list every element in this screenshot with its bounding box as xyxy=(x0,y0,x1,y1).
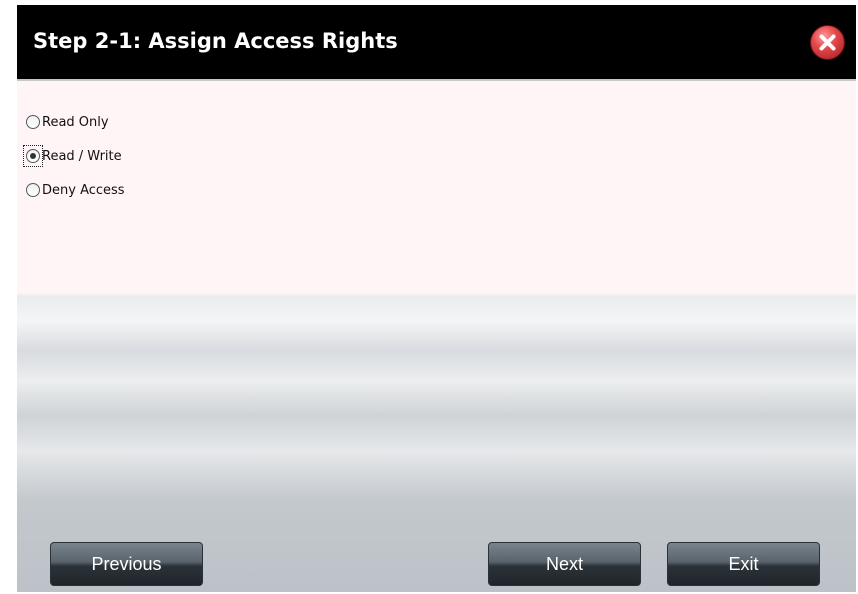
radio-read-only[interactable] xyxy=(26,115,40,129)
radio-label-deny-access: Deny Access xyxy=(42,182,125,198)
dialog-content: Read Only Read / Write Deny Access xyxy=(17,81,856,592)
radio-option-read-only[interactable]: Read Only xyxy=(23,105,125,139)
previous-button[interactable]: Previous xyxy=(50,542,203,586)
wizard-dialog: Step 2-1: Assign Access Rights Read Only… xyxy=(17,5,856,592)
exit-button[interactable]: Exit xyxy=(667,542,820,586)
radio-label-read-only: Read Only xyxy=(42,114,109,130)
radio-read-write[interactable] xyxy=(26,149,40,163)
title-bar: Step 2-1: Assign Access Rights xyxy=(17,5,856,81)
radio-option-deny-access[interactable]: Deny Access xyxy=(23,173,125,207)
access-rights-radio-group: Read Only Read / Write Deny Access xyxy=(23,105,125,207)
close-icon xyxy=(819,34,836,51)
radio-deny-access[interactable] xyxy=(26,183,40,197)
dialog-title: Step 2-1: Assign Access Rights xyxy=(33,29,398,53)
radio-option-read-write[interactable]: Read / Write xyxy=(23,139,125,173)
close-button[interactable] xyxy=(810,25,845,60)
radio-label-read-write: Read / Write xyxy=(42,148,122,164)
next-button[interactable]: Next xyxy=(488,542,641,586)
